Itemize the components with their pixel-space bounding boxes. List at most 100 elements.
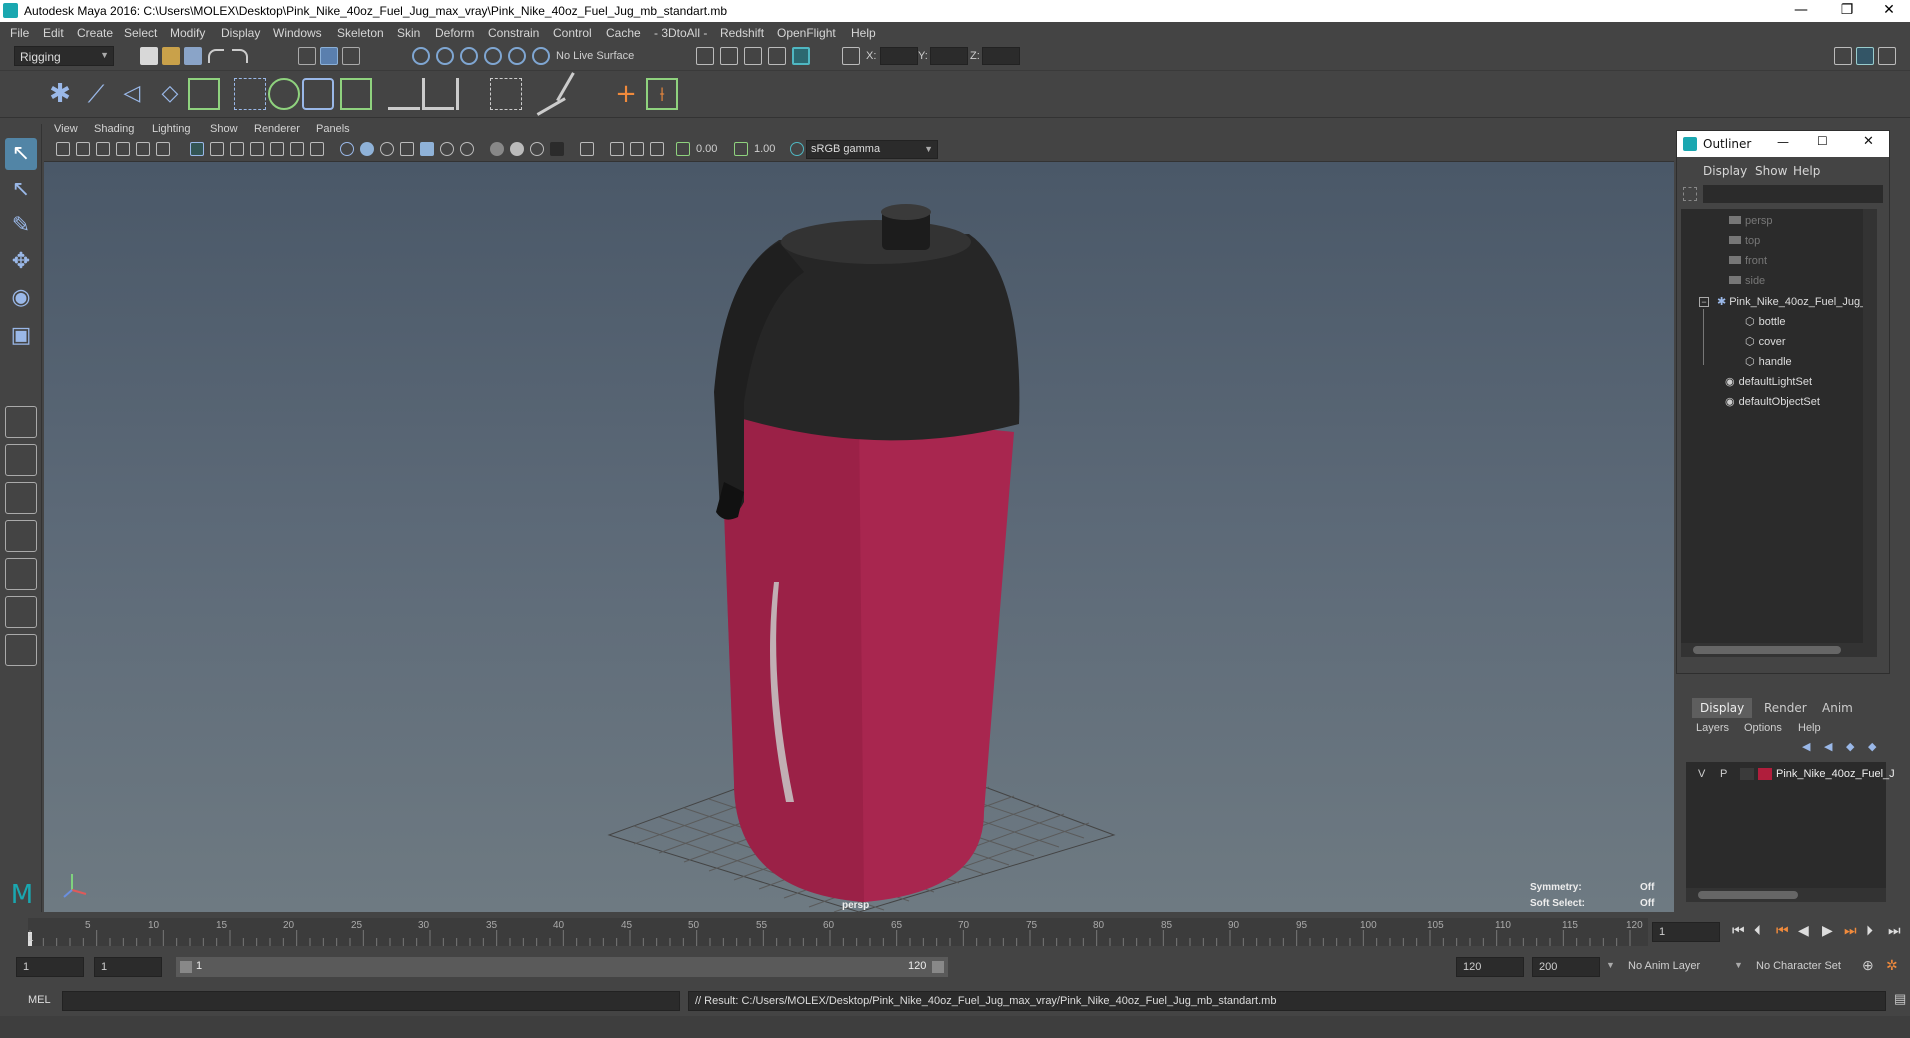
menu-windows[interactable]: Windows [273, 26, 322, 40]
script-editor-icon[interactable]: ▤ [1894, 991, 1906, 1007]
chevron-down-icon[interactable]: ▼ [1606, 960, 1615, 970]
collapse-icon[interactable]: − [1699, 297, 1709, 307]
z-input[interactable] [982, 47, 1020, 65]
layer-name[interactable]: Pink_Nike_40oz_Fuel_J [1776, 768, 1895, 780]
step-back-icon[interactable]: ⏴ [1754, 922, 1761, 939]
move-tool-icon[interactable]: ✥ [5, 246, 37, 278]
select-component-icon[interactable] [342, 47, 360, 65]
snap-vertex-icon[interactable] [532, 47, 550, 65]
menu-skin[interactable]: Skin [397, 26, 420, 40]
undo-icon[interactable] [208, 49, 224, 63]
outliner-hscroll-thumb[interactable] [1693, 646, 1841, 654]
close-button[interactable]: ✕ [1866, 0, 1910, 22]
open-scene-icon[interactable] [162, 47, 180, 65]
2d-pan-icon[interactable] [136, 142, 150, 156]
render-settings-icon[interactable] [768, 47, 786, 65]
lasso-tool-icon[interactable]: ↖ [5, 174, 37, 206]
camera-attr-icon[interactable] [76, 142, 90, 156]
list-item[interactable]: ⬡ cover [1745, 335, 1786, 348]
motion-blur-icon[interactable] [510, 142, 524, 156]
menu-file[interactable]: File [10, 26, 29, 40]
point-constraint-icon[interactable] [388, 78, 420, 110]
list-item[interactable]: ◉ defaultObjectSet [1725, 395, 1820, 408]
list-item[interactable]: persp [1729, 215, 1773, 227]
xray-active-icon[interactable] [650, 142, 664, 156]
script-language-label[interactable]: MEL [28, 994, 51, 1006]
layers-menu-help[interactable]: Help [1798, 722, 1821, 734]
menu-control[interactable]: Control [553, 26, 592, 40]
viewport-menu-show[interactable]: Show [210, 123, 238, 135]
scale-tool-icon[interactable]: ▣ [5, 320, 37, 352]
shadows-icon[interactable] [460, 142, 474, 156]
use-all-lights-icon[interactable] [440, 142, 454, 156]
field-chart-icon[interactable] [270, 142, 284, 156]
move-layer-up-icon[interactable]: ◀ [1802, 740, 1816, 754]
bookmark-icon[interactable] [96, 142, 110, 156]
save-scene-icon[interactable] [184, 47, 202, 65]
layer-visibility-toggle[interactable]: V [1698, 768, 1705, 780]
screen-space-ao-icon[interactable] [490, 142, 504, 156]
layer-hscrollbar[interactable] [1686, 888, 1886, 902]
menu-deform[interactable]: Deform [435, 26, 474, 40]
default-material-icon[interactable] [380, 142, 394, 156]
range-slider-start-handle[interactable] [180, 961, 192, 973]
x-input[interactable] [880, 47, 918, 65]
blendshape-icon[interactable] [340, 78, 372, 110]
exposure-value[interactable]: 0.00 [696, 143, 717, 155]
persp-outliner-layout-icon[interactable] [5, 558, 37, 590]
paint-select-icon[interactable]: ✎ [5, 210, 37, 242]
end-time-input[interactable]: 200 [1532, 957, 1600, 977]
list-item[interactable]: side [1729, 275, 1765, 287]
viewport-menu-panels[interactable]: Panels [316, 123, 350, 135]
redo-icon[interactable] [232, 49, 248, 63]
viewport-menu-renderer[interactable]: Renderer [254, 123, 300, 135]
layers-menu-layers[interactable]: Layers [1696, 722, 1729, 734]
textured-icon[interactable] [420, 142, 434, 156]
step-forward-icon[interactable]: ⏵ [1866, 922, 1873, 939]
transform-input-icon[interactable] [842, 47, 860, 65]
outliner-hscrollbar[interactable] [1681, 643, 1863, 657]
grease-pencil-icon[interactable] [156, 142, 170, 156]
outliner-menu-show[interactable]: Show [1755, 164, 1787, 178]
y-input[interactable] [930, 47, 968, 65]
render-view-icon[interactable] [696, 47, 714, 65]
film-gate-icon[interactable] [210, 142, 224, 156]
menu-create[interactable]: Create [77, 26, 113, 40]
gamma-value[interactable]: 1.00 [754, 143, 775, 155]
tab-render[interactable]: Render [1756, 698, 1815, 718]
outliner-minimize-button[interactable]: — [1777, 135, 1789, 149]
lattice-icon[interactable] [234, 78, 266, 110]
safe-action-icon[interactable] [290, 142, 304, 156]
color-management-icon[interactable] [790, 142, 804, 156]
menu-edit[interactable]: Edit [43, 26, 64, 40]
list-item[interactable]: front [1729, 255, 1767, 267]
grid-toggle-icon[interactable] [190, 142, 204, 156]
menu-constrain[interactable]: Constrain [488, 26, 539, 40]
layer-color-swatch[interactable] [1758, 768, 1772, 780]
color-space-dropdown[interactable]: sRGB gamma ▼ [806, 140, 938, 159]
side-by-side-layout-icon[interactable] [5, 482, 37, 514]
gamma-icon[interactable] [734, 142, 748, 156]
next-key-icon[interactable]: ⏭ [1844, 922, 1857, 939]
playback-end-input[interactable]: 120 [1456, 957, 1524, 977]
auto-key-icon[interactable]: ⊕ [1862, 957, 1874, 974]
new-layer-icon[interactable]: ◆ [1846, 740, 1860, 754]
playback-start-input[interactable]: 1 [94, 957, 162, 977]
menu-display[interactable]: Display [221, 26, 260, 40]
menu-help[interactable]: Help [851, 26, 876, 40]
snap-grid-icon[interactable] [412, 47, 430, 65]
tab-anim[interactable]: Anim [1814, 698, 1861, 718]
ipr-render-icon[interactable] [744, 47, 762, 65]
outliner-menu-display[interactable]: Display [1703, 164, 1747, 178]
layer-type-toggle[interactable] [1740, 768, 1754, 780]
live-surface-label[interactable]: No Live Surface [556, 50, 634, 62]
outliner-maximize-button[interactable]: ☐ [1817, 134, 1828, 148]
restore-button[interactable]: ❐ [1824, 0, 1870, 22]
scale-constraint-icon[interactable] [490, 78, 522, 110]
bind-skin-icon[interactable] [188, 78, 220, 110]
layer-hscroll-thumb[interactable] [1698, 891, 1798, 899]
list-item[interactable]: ⬡ handle [1745, 355, 1792, 368]
safe-title-icon[interactable] [310, 142, 324, 156]
menu-3dtoall[interactable]: - 3DtoAll - [654, 26, 707, 40]
wrap-icon[interactable] [302, 78, 334, 110]
